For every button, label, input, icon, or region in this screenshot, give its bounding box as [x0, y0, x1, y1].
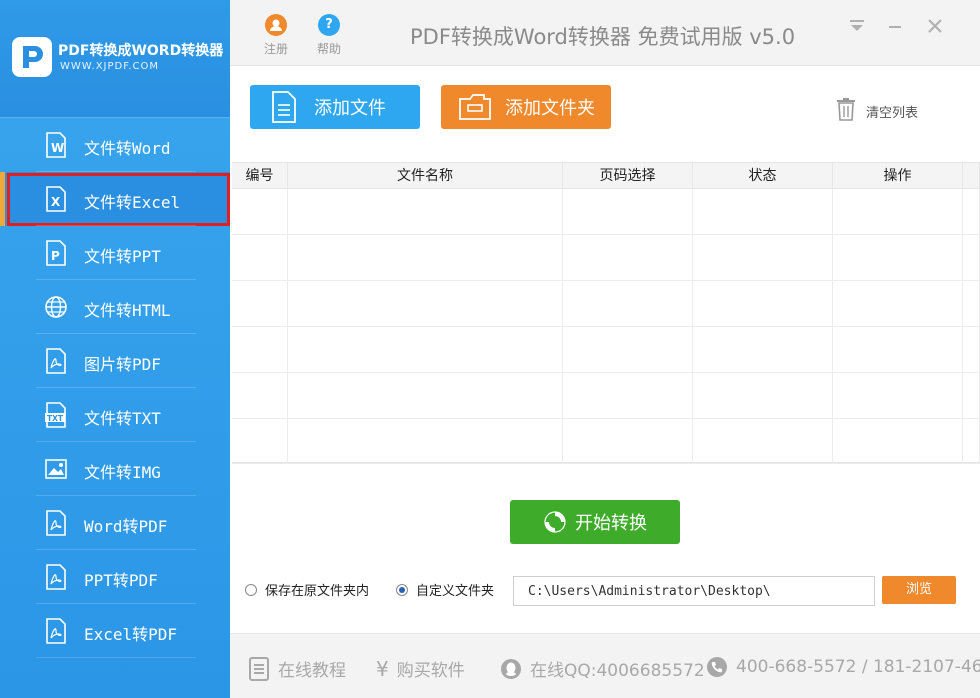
image-icon — [44, 456, 68, 482]
brand-title: PDF转换成WORD转换器 — [58, 43, 224, 59]
pdf-doc-icon — [44, 564, 68, 590]
add-folder-button[interactable]: 添加文件夹 — [441, 85, 611, 129]
qq-icon — [500, 658, 522, 680]
brand-area: PDF转换成WORD转换器 WWW.XJPDF.COM — [0, 0, 230, 118]
svg-text:W: W — [51, 141, 64, 155]
document-icon — [248, 656, 270, 681]
app-logo-icon — [12, 37, 52, 77]
buy-software-link[interactable]: ¥ 购买软件 — [376, 656, 465, 682]
trash-icon — [836, 97, 856, 125]
yen-icon: ¥ — [376, 656, 389, 681]
pdf-doc-icon — [44, 618, 68, 644]
globe-icon — [44, 294, 68, 320]
sidebar-item-label: 文件转HTML — [84, 301, 171, 320]
sidebar-item-label: 文件转IMG — [84, 463, 161, 482]
online-qq-label: 在线QQ:4006685572 — [530, 661, 705, 681]
table-header: 编号 文件名称 页码选择 状态 操作 — [232, 163, 980, 189]
table-row — [232, 373, 980, 419]
register-label: 注册 — [263, 42, 288, 56]
sidebar-item-ppt-to-pdf[interactable]: PPT转PDF — [0, 550, 230, 604]
pdf-doc-icon — [44, 510, 68, 536]
txt-doc-icon: TXT — [44, 402, 68, 428]
refresh-icon — [543, 510, 567, 534]
sidebar-item-label: 图片转PDF — [84, 355, 161, 374]
radio-custom[interactable] — [396, 583, 408, 596]
sidebar: PDF转换成WORD转换器 WWW.XJPDF.COM W 文件转Word X … — [0, 0, 230, 698]
sidebar-item-ppt[interactable]: P 文件转PPT — [0, 226, 230, 280]
help-label: 帮助 — [316, 42, 341, 56]
table-row — [232, 235, 980, 281]
start-convert-label: 开始转换 — [575, 513, 647, 534]
custom-folder-option[interactable]: 自定义文件夹 — [396, 580, 494, 599]
brand-url: WWW.XJPDF.COM — [60, 61, 160, 72]
file-table[interactable]: 编号 文件名称 页码选择 状态 操作 — [232, 162, 980, 464]
column-header-status: 状态 — [693, 163, 833, 188]
save-original-label: 保存在原文件夹内 — [265, 584, 370, 599]
phone-label: 400-668-5572 / 181-2107-4602 — [736, 657, 980, 677]
sidebar-menu: W 文件转Word X 文件转Excel P 文件转PPT 文件转HTML 图片… — [0, 118, 230, 658]
sidebar-item-label: PPT转PDF — [84, 571, 158, 590]
browse-button[interactable]: 浏览 — [882, 576, 956, 604]
sidebar-item-image-to-pdf[interactable]: 图片转PDF — [0, 334, 230, 388]
ppt-doc-icon: P — [44, 240, 68, 266]
footer-bar: 在线教程 ¥ 购买软件 在线QQ:4006685572 400-668-5572… — [230, 633, 980, 698]
close-icon[interactable] — [925, 16, 945, 36]
column-header-spacer — [963, 163, 980, 188]
online-qq-link[interactable]: 在线QQ:4006685572 — [500, 656, 705, 681]
sidebar-item-label: Word转PDF — [84, 517, 168, 536]
add-file-icon — [262, 91, 306, 123]
app-title: PDF转换成Word转换器 免费试用版 v5.0 — [410, 25, 796, 49]
column-header-number: 编号 — [232, 163, 288, 188]
online-tutorial-link[interactable]: 在线教程 — [248, 656, 346, 681]
column-header-actions: 操作 — [833, 163, 963, 188]
sidebar-item-img[interactable]: 文件转IMG — [0, 442, 230, 496]
add-folder-label: 添加文件夹 — [505, 98, 595, 119]
svg-text:P: P — [51, 249, 60, 263]
table-row — [232, 281, 980, 327]
clear-list-button[interactable]: 清空列表 — [836, 97, 918, 125]
online-tutorial-label: 在线教程 — [278, 661, 346, 681]
buy-software-label: 购买软件 — [396, 661, 465, 681]
help-button[interactable]: ? 帮助 — [312, 14, 346, 57]
svg-text:TXT: TXT — [47, 414, 64, 423]
column-header-page-select: 页码选择 — [563, 163, 693, 188]
sidebar-item-excel-to-pdf[interactable]: Excel转PDF — [0, 604, 230, 658]
sidebar-item-word[interactable]: W 文件转Word — [0, 118, 230, 172]
sidebar-item-label: 文件转PPT — [84, 247, 161, 266]
table-row — [232, 419, 980, 464]
sidebar-item-label: Excel转PDF — [84, 625, 178, 644]
sidebar-item-excel[interactable]: X 文件转Excel — [0, 172, 230, 226]
title-bar: 注册 ? 帮助 PDF转换成Word转换器 免费试用版 v5.0 — [230, 0, 980, 66]
add-file-button[interactable]: 添加文件 — [250, 85, 420, 129]
phone-info: 400-668-5572 / 181-2107-4602 — [706, 656, 980, 678]
sidebar-item-label: 文件转Word — [84, 139, 171, 158]
word-doc-icon: W — [44, 132, 68, 158]
add-file-label: 添加文件 — [314, 98, 386, 119]
output-path-input[interactable] — [513, 576, 875, 606]
save-original-folder-option[interactable]: 保存在原文件夹内 — [245, 580, 369, 599]
table-row — [232, 189, 980, 235]
svg-text:X: X — [51, 195, 61, 209]
help-icon: ? — [318, 14, 340, 36]
start-convert-button[interactable]: 开始转换 — [510, 500, 680, 544]
phone-icon — [706, 656, 728, 678]
folder-icon — [453, 93, 497, 121]
excel-doc-icon: X — [44, 186, 68, 212]
table-row — [232, 327, 980, 373]
sidebar-item-label: 文件转TXT — [84, 409, 161, 428]
user-icon — [265, 14, 287, 36]
sidebar-item-html[interactable]: 文件转HTML — [0, 280, 230, 334]
radio-original[interactable] — [245, 583, 257, 596]
sidebar-item-label: 文件转Excel — [84, 193, 181, 212]
pdf-doc-icon — [44, 348, 68, 374]
minimize-icon[interactable] — [885, 16, 905, 36]
column-header-filename: 文件名称 — [288, 163, 563, 188]
sidebar-item-word-to-pdf[interactable]: Word转PDF — [0, 496, 230, 550]
dropdown-arrow-icon[interactable] — [847, 16, 867, 36]
clear-list-label: 清空列表 — [866, 105, 919, 121]
register-button[interactable]: 注册 — [259, 14, 293, 57]
custom-folder-label: 自定义文件夹 — [416, 584, 495, 599]
sidebar-item-txt[interactable]: TXT 文件转TXT — [0, 388, 230, 442]
